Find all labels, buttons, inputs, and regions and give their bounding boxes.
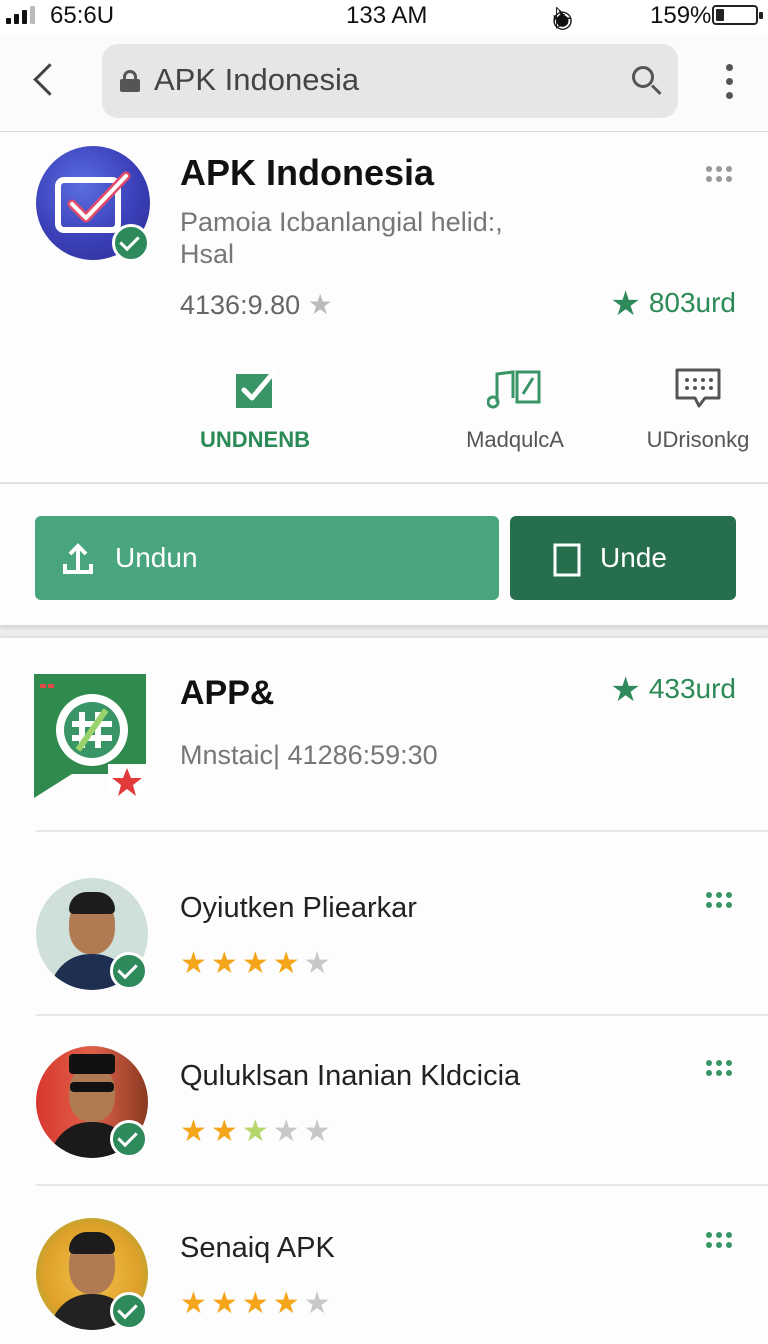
star-icon: ★ <box>303 947 335 980</box>
app-title: APK Indonesia <box>180 152 435 193</box>
status-bar: 65:6U 133 AM ◉ ✈ ᛒ 159% <box>0 0 768 34</box>
music-icon <box>486 370 541 409</box>
action-install-label: UNDNENB <box>200 427 310 452</box>
star-rating: ★★★★★ <box>180 1286 335 1321</box>
bluetooth-icon: ᛒ <box>552 5 573 32</box>
status-clock: 133 AM <box>346 2 428 29</box>
top-app-bar: APK Indonesia <box>0 34 768 132</box>
signal-icon <box>6 6 46 24</box>
primary-button-label: Undun <box>115 542 198 573</box>
app-download-count: ★ 803urd <box>610 284 736 324</box>
star-icon: ★ <box>303 1115 335 1148</box>
related-app-count-text: 433urd <box>648 673 736 704</box>
grid-menu-icon[interactable] <box>706 892 734 912</box>
verified-badge-icon <box>110 952 148 990</box>
star-rating: ★★★★★ <box>180 946 335 981</box>
action-music[interactable]: MadqulcA <box>450 366 580 453</box>
award-star-icon: ★ <box>610 285 641 323</box>
star-icon: ★ <box>210 947 242 980</box>
action-discuss-label: UDrisonkg <box>646 427 750 452</box>
verified-badge-icon <box>110 1120 148 1158</box>
reviewer-name: Senaiq APK <box>180 1232 335 1264</box>
divider <box>36 1014 768 1016</box>
star-icon: ★ <box>210 1115 242 1148</box>
primary-download-button[interactable]: Undun <box>35 516 499 600</box>
status-carrier-time: 65:6U <box>50 2 115 29</box>
app2-logo-icon <box>34 674 146 798</box>
battery-percentage: 159% <box>650 2 712 29</box>
star-icon: ★ <box>180 1287 211 1320</box>
search-icon[interactable] <box>628 62 666 100</box>
chat-icon <box>675 368 721 408</box>
star-icon: ★ <box>241 1287 273 1320</box>
review-item[interactable]: Senaiq APK ★★★★★ <box>0 1218 768 1344</box>
related-app-title: APP& <box>180 674 275 712</box>
lock-icon <box>120 70 140 92</box>
secondary-button[interactable]: Unde <box>510 516 736 600</box>
grid-menu-icon[interactable] <box>706 166 734 186</box>
more-options-icon[interactable] <box>720 62 740 102</box>
related-app-icon[interactable] <box>34 674 146 798</box>
secondary-button-label: Unde <box>600 542 667 573</box>
star-icon: ★ <box>272 947 304 980</box>
action-discuss[interactable]: UDrisonkg <box>630 366 766 453</box>
related-app-count: ★ 433urd <box>610 670 736 710</box>
upload-arrow-icon <box>63 543 93 574</box>
search-bar[interactable]: APK Indonesia <box>102 44 678 118</box>
app-icon <box>36 146 150 262</box>
app-rating: 4136:9.80 ★ <box>180 288 333 321</box>
grid-menu-icon[interactable] <box>706 1232 734 1252</box>
star-icon: ★ <box>307 289 333 320</box>
award-star-icon: ★ <box>610 671 641 709</box>
app-detail-card: APK Indonesia Pamoia Icbanlangial helid:… <box>0 132 768 626</box>
download-check-icon <box>236 369 277 408</box>
star-icon: ★ <box>241 947 273 980</box>
star-icon: ★ <box>210 1287 242 1320</box>
star-icon: ★ <box>180 947 211 980</box>
review-item[interactable]: Quluklsan Inanian Kldcicia ★★★★★ <box>0 1046 768 1206</box>
app-count-text: 803urd <box>648 287 736 318</box>
back-arrow-icon[interactable] <box>26 58 66 102</box>
action-install[interactable]: UNDNENB <box>180 366 330 453</box>
reviewer-name: Quluklsan Inanian Kldcicia <box>180 1060 521 1092</box>
app-rating-text: 4136:9.80 <box>180 290 301 320</box>
related-app-meta: Mnstaic| 41286:59:30 <box>180 740 438 770</box>
divider <box>36 1184 768 1186</box>
app-subtitle: Pamoia Icbanlangial helid:, Hsal <box>180 207 503 269</box>
star-icon: ★ <box>272 1287 304 1320</box>
star-icon: ★ <box>303 1287 335 1320</box>
star-icon: ★ <box>241 1115 273 1148</box>
battery-icon <box>712 5 763 25</box>
verified-badge-icon <box>112 224 150 262</box>
page-icon <box>553 543 581 577</box>
grid-menu-icon[interactable] <box>706 1060 734 1080</box>
verified-badge-icon <box>110 1292 148 1330</box>
star-icon: ★ <box>180 1115 211 1148</box>
star-rating: ★★★★★ <box>180 1114 335 1149</box>
reviewer-name: Oyiutken Pliearkar <box>180 892 417 924</box>
divider <box>0 482 768 484</box>
star-icon: ★ <box>272 1115 304 1148</box>
divider <box>36 830 768 832</box>
related-app-card: APP& ★ 433urd Mnstaic| 41286:59:30 Oyiutk… <box>0 638 768 1344</box>
search-input[interactable]: APK Indonesia <box>154 62 359 98</box>
action-music-label: MadqulcA <box>466 427 564 452</box>
